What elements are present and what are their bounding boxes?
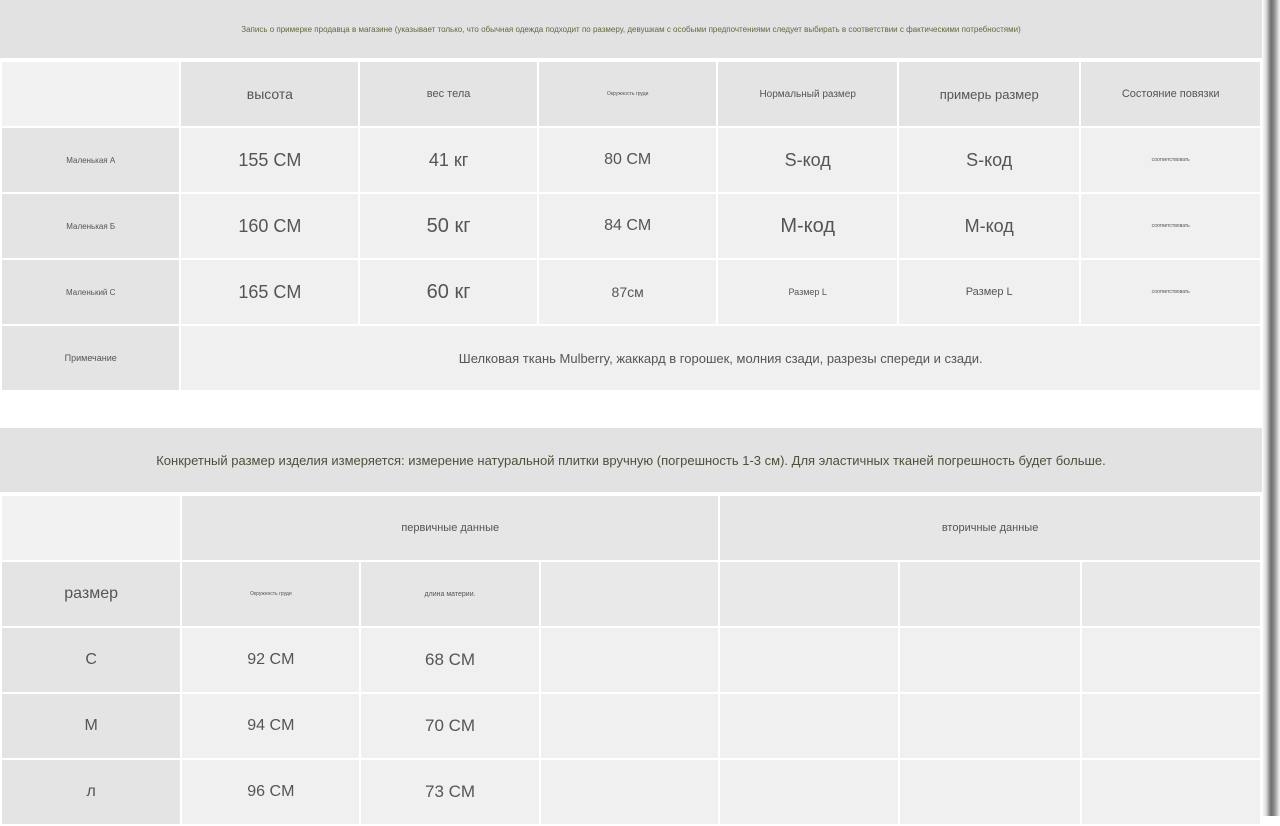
empty-cell [538,560,721,628]
header-normal-size: Нормальный размер [716,60,899,128]
length-cell: 73 CM [359,758,541,826]
row-label: Маленький С [0,258,182,326]
group-secondary: вторичные данные [718,494,1262,562]
size-header: размер [0,560,183,628]
measurement-text: Конкретный размер изделия измеряется: из… [156,452,1106,468]
normal-size-cell: S-код [716,126,899,194]
size-cell: л [0,758,183,826]
empty-cell [538,758,721,826]
table-row: Маленький С 165 CM 60 кг 87см Размер L Р… [0,258,1262,326]
header-fit-status: Состояние повязки [1079,60,1262,128]
empty-cell [1080,692,1262,760]
empty-cell [1080,626,1262,694]
table-row: Маленькая Б 160 CM 50 кг 84 CM M-код M-к… [0,192,1262,260]
empty-cell [898,758,1083,826]
normal-size-cell: Размер L [716,258,899,326]
bust-cell: 92 CM [180,626,362,694]
empty-cell [718,626,901,694]
header-bust: Окружность груди [536,60,719,128]
table-row: л 96 CM 73 CM [0,758,1262,826]
bust-cell: 80 CM [536,126,719,194]
header-tryon-size: примерь размер [896,60,1082,128]
try-on-table: высота вес тела Окружность груди Нормаль… [0,60,1262,392]
try-on-record-text: Запись о примерке продавца в магазине (у… [241,24,1021,34]
table-row: С 92 CM 68 CM [0,626,1262,694]
group-header-row: первичные данные вторичные данные [0,494,1262,562]
table-row: Маленькая A 155 CM 41 кг 80 CM S-код S-к… [0,126,1262,194]
header-weight: вес тела [358,60,539,128]
size-chart-page: Запись о примерке продавца в магазине (у… [0,0,1262,826]
tryon-size-cell: S-код [896,126,1082,194]
empty-cell [898,560,1083,628]
row-label: Маленькая A [0,126,182,194]
try-on-header-row: высота вес тела Окружность груди Нормаль… [0,60,1262,128]
bust-cell: 84 CM [536,192,719,260]
empty-cell [538,692,721,760]
fit-status-cell: соответствовать [1079,192,1262,260]
header-corner [0,60,182,128]
group-primary: первичные данные [180,494,721,562]
header-height: высота [179,60,361,128]
empty-cell [718,560,901,628]
empty-cell [898,626,1083,694]
weight-cell: 50 кг [358,192,539,260]
empty-cell [1080,758,1262,826]
page-edge-shadow [1262,0,1280,816]
empty-cell [898,692,1083,760]
size-cell: С [0,626,183,694]
empty-cell [718,758,901,826]
header-bust: Окружность груди [180,560,362,628]
empty-cell [538,626,721,694]
note-label: Примечание [0,324,182,392]
normal-size-cell: M-код [716,192,899,260]
size-cell: М [0,692,183,760]
height-cell: 165 CM [179,258,361,326]
empty-cell [718,692,901,760]
header-length: длина материи. [359,560,541,628]
bust-cell: 87см [536,258,719,326]
note-text: Шелковая ткань Mulberry, жаккард в горош… [179,324,1262,392]
length-cell: 70 CM [359,692,541,760]
fit-status-cell: соответствовать [1079,258,1262,326]
fit-status-cell: соответствовать [1079,126,1262,194]
height-cell: 160 CM [179,192,361,260]
length-cell: 68 CM [359,626,541,694]
try-on-record-banner: Запись о примерке продавца в магазине (у… [0,0,1262,58]
row-label: Маленькая Б [0,192,182,260]
tryon-size-cell: M-код [896,192,1082,260]
column-header-row: размер Окружность груди длина материи. [0,560,1262,628]
product-size-table: первичные данные вторичные данные размер… [0,494,1262,826]
bust-cell: 94 CM [180,692,362,760]
empty-cell [1080,560,1262,628]
note-row: Примечание Шелковая ткань Mulberry, жакк… [0,324,1262,392]
bust-cell: 96 CM [180,758,362,826]
height-cell: 155 CM [179,126,361,194]
measurement-banner: Конкретный размер изделия измеряется: из… [0,428,1262,492]
group-corner [0,494,183,562]
weight-cell: 60 кг [358,258,539,326]
table-row: М 94 CM 70 CM [0,692,1262,760]
weight-cell: 41 кг [358,126,539,194]
tryon-size-cell: Размер L [896,258,1082,326]
